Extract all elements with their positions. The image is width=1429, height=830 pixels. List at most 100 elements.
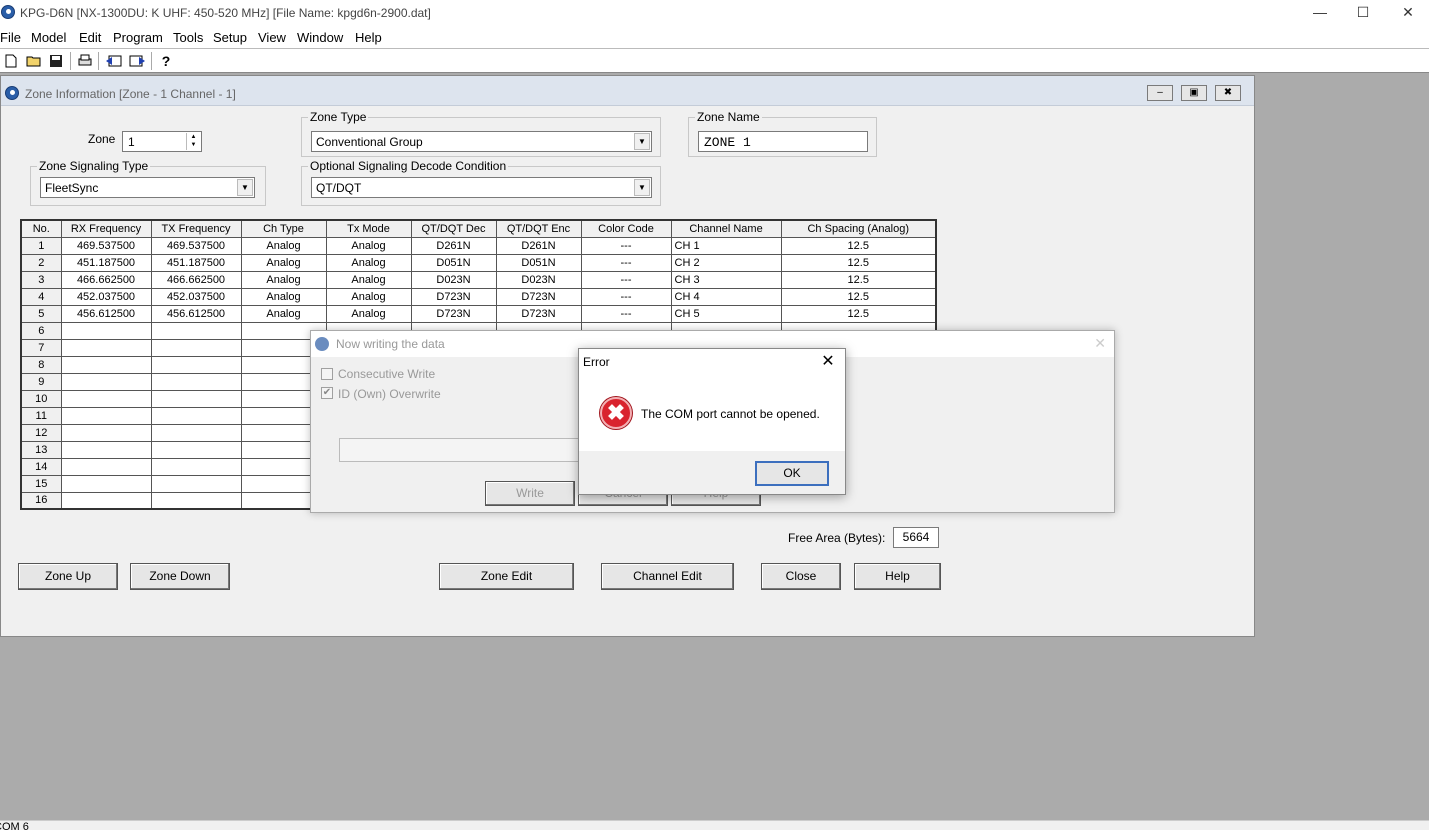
open-folder-icon[interactable]	[24, 51, 44, 71]
zone-signaling-dropdown[interactable]: FleetSync ▼	[40, 177, 255, 198]
table-cell[interactable]	[60, 406, 152, 425]
table-cell[interactable]: 10	[20, 389, 62, 408]
table-cell[interactable]	[60, 457, 152, 476]
table-cell[interactable]: CH 1	[670, 236, 782, 255]
zone-up-button[interactable]: Zone Up	[18, 563, 118, 590]
table-cell[interactable]: 451.187500	[60, 253, 152, 272]
table-cell[interactable]	[60, 372, 152, 391]
table-cell[interactable]: 12.5	[780, 236, 937, 255]
table-cell[interactable]: 452.037500	[60, 287, 152, 306]
help-icon[interactable]: ?	[156, 51, 176, 71]
table-cell[interactable]: CH 5	[670, 304, 782, 323]
col-color-code[interactable]: Color Code	[580, 219, 672, 238]
table-cell[interactable]: 4	[20, 287, 62, 306]
menu-file[interactable]: File	[0, 30, 21, 45]
menu-window[interactable]: Window	[297, 30, 343, 45]
table-cell[interactable]: D723N	[495, 287, 582, 306]
chevron-down-icon[interactable]: ▼	[634, 179, 650, 196]
col-tx-frequency[interactable]: TX Frequency	[150, 219, 242, 238]
decode-condition-dropdown[interactable]: QT/DQT ▼	[311, 177, 652, 198]
table-cell[interactable]	[60, 440, 152, 459]
table-cell[interactable]: 469.537500	[150, 236, 242, 255]
table-cell[interactable]: 452.037500	[150, 287, 242, 306]
ok-button[interactable]: OK	[755, 461, 829, 486]
table-cell[interactable]: D261N	[410, 236, 497, 255]
table-cell[interactable]	[150, 389, 242, 408]
table-cell[interactable]	[150, 355, 242, 374]
table-cell[interactable]: CH 2	[670, 253, 782, 272]
table-cell[interactable]: 15	[20, 474, 62, 493]
close-button[interactable]: ✕	[1385, 0, 1429, 27]
table-cell[interactable]	[150, 372, 242, 391]
mdi-close-button[interactable]: ✖	[1215, 85, 1241, 101]
zone-spinner[interactable]: 1 ▲ ▼	[122, 131, 202, 152]
table-row[interactable]: 5 456.612500 456.612500 Analog Analog D723N D7…	[20, 304, 937, 323]
table-cell[interactable]: 466.662500	[150, 270, 242, 289]
table-cell[interactable]: Analog	[240, 270, 327, 289]
table-cell[interactable]: D261N	[495, 236, 582, 255]
table-cell[interactable]	[150, 423, 242, 442]
table-cell[interactable]	[60, 474, 152, 493]
table-cell[interactable]: D023N	[495, 270, 582, 289]
table-cell[interactable]: D723N	[410, 287, 497, 306]
table-cell[interactable]: D051N	[410, 253, 497, 272]
table-cell[interactable]: Analog	[325, 270, 412, 289]
save-icon[interactable]	[46, 51, 66, 71]
table-cell[interactable]: Analog	[240, 236, 327, 255]
table-row[interactable]: 3 466.662500 466.662500 Analog Analog D023N D0…	[20, 270, 937, 289]
mdi-restore-button[interactable]: ▣	[1181, 85, 1207, 101]
writing-window-close-icon[interactable]: ✕	[1094, 335, 1106, 352]
table-cell[interactable]	[60, 355, 152, 374]
table-cell[interactable]: 8	[20, 355, 62, 374]
table-cell[interactable]	[150, 338, 242, 357]
col-ch-spacing[interactable]: Ch Spacing (Analog)	[780, 219, 937, 238]
table-cell[interactable]: 6	[20, 321, 62, 340]
channel-edit-button[interactable]: Channel Edit	[601, 563, 734, 590]
table-cell[interactable]: 5	[20, 304, 62, 323]
close-window-button[interactable]: Close	[761, 563, 841, 590]
error-close-icon[interactable]: ✕	[817, 351, 839, 373]
table-cell[interactable]: D023N	[410, 270, 497, 289]
table-cell[interactable]: 12.5	[780, 287, 937, 306]
table-row[interactable]: 1 469.537500 469.537500 Analog Analog D261N D2…	[20, 236, 937, 255]
table-cell[interactable]	[150, 491, 242, 510]
maximize-button[interactable]: ☐	[1340, 0, 1386, 27]
table-cell[interactable]: ---	[580, 253, 672, 272]
table-cell[interactable]: 7	[20, 338, 62, 357]
table-cell[interactable]: 9	[20, 372, 62, 391]
table-cell[interactable]	[60, 338, 152, 357]
table-cell[interactable]: 1	[20, 236, 62, 255]
table-cell[interactable]	[60, 389, 152, 408]
table-cell[interactable]: Analog	[240, 253, 327, 272]
menu-setup[interactable]: Setup	[213, 30, 247, 45]
table-cell[interactable]: 16	[20, 491, 62, 510]
table-cell[interactable]: 451.187500	[150, 253, 242, 272]
table-cell[interactable]	[150, 440, 242, 459]
zone-spin-arrows[interactable]: ▲ ▼	[186, 133, 200, 150]
table-cell[interactable]: ---	[580, 304, 672, 323]
table-cell[interactable]: Analog	[325, 236, 412, 255]
table-cell[interactable]	[60, 491, 152, 510]
table-cell[interactable]: 12.5	[780, 270, 937, 289]
table-cell[interactable]: 469.537500	[60, 236, 152, 255]
menu-edit[interactable]: Edit	[79, 30, 101, 45]
table-cell[interactable]: 13	[20, 440, 62, 459]
table-cell[interactable]: 11	[20, 406, 62, 425]
col-qt-dqt-dec[interactable]: QT/DQT Dec	[410, 219, 497, 238]
menu-program[interactable]: Program	[113, 30, 163, 45]
zone-type-dropdown[interactable]: Conventional Group ▼	[311, 131, 652, 152]
table-cell[interactable]: 14	[20, 457, 62, 476]
table-cell[interactable]: 2	[20, 253, 62, 272]
chevron-down-icon[interactable]: ▼	[237, 179, 253, 196]
table-cell[interactable]: 12.5	[780, 304, 937, 323]
menu-tools[interactable]: Tools	[173, 30, 203, 45]
table-cell[interactable]	[150, 457, 242, 476]
minimize-button[interactable]: —	[1297, 0, 1343, 27]
menu-help[interactable]: Help	[355, 30, 382, 45]
zone-down-button[interactable]: Zone Down	[130, 563, 230, 590]
col-channel-name[interactable]: Channel Name	[670, 219, 782, 238]
menu-view[interactable]: View	[258, 30, 286, 45]
write-button[interactable]: Write	[485, 481, 575, 506]
help-button[interactable]: Help	[854, 563, 941, 590]
table-cell[interactable]: 3	[20, 270, 62, 289]
